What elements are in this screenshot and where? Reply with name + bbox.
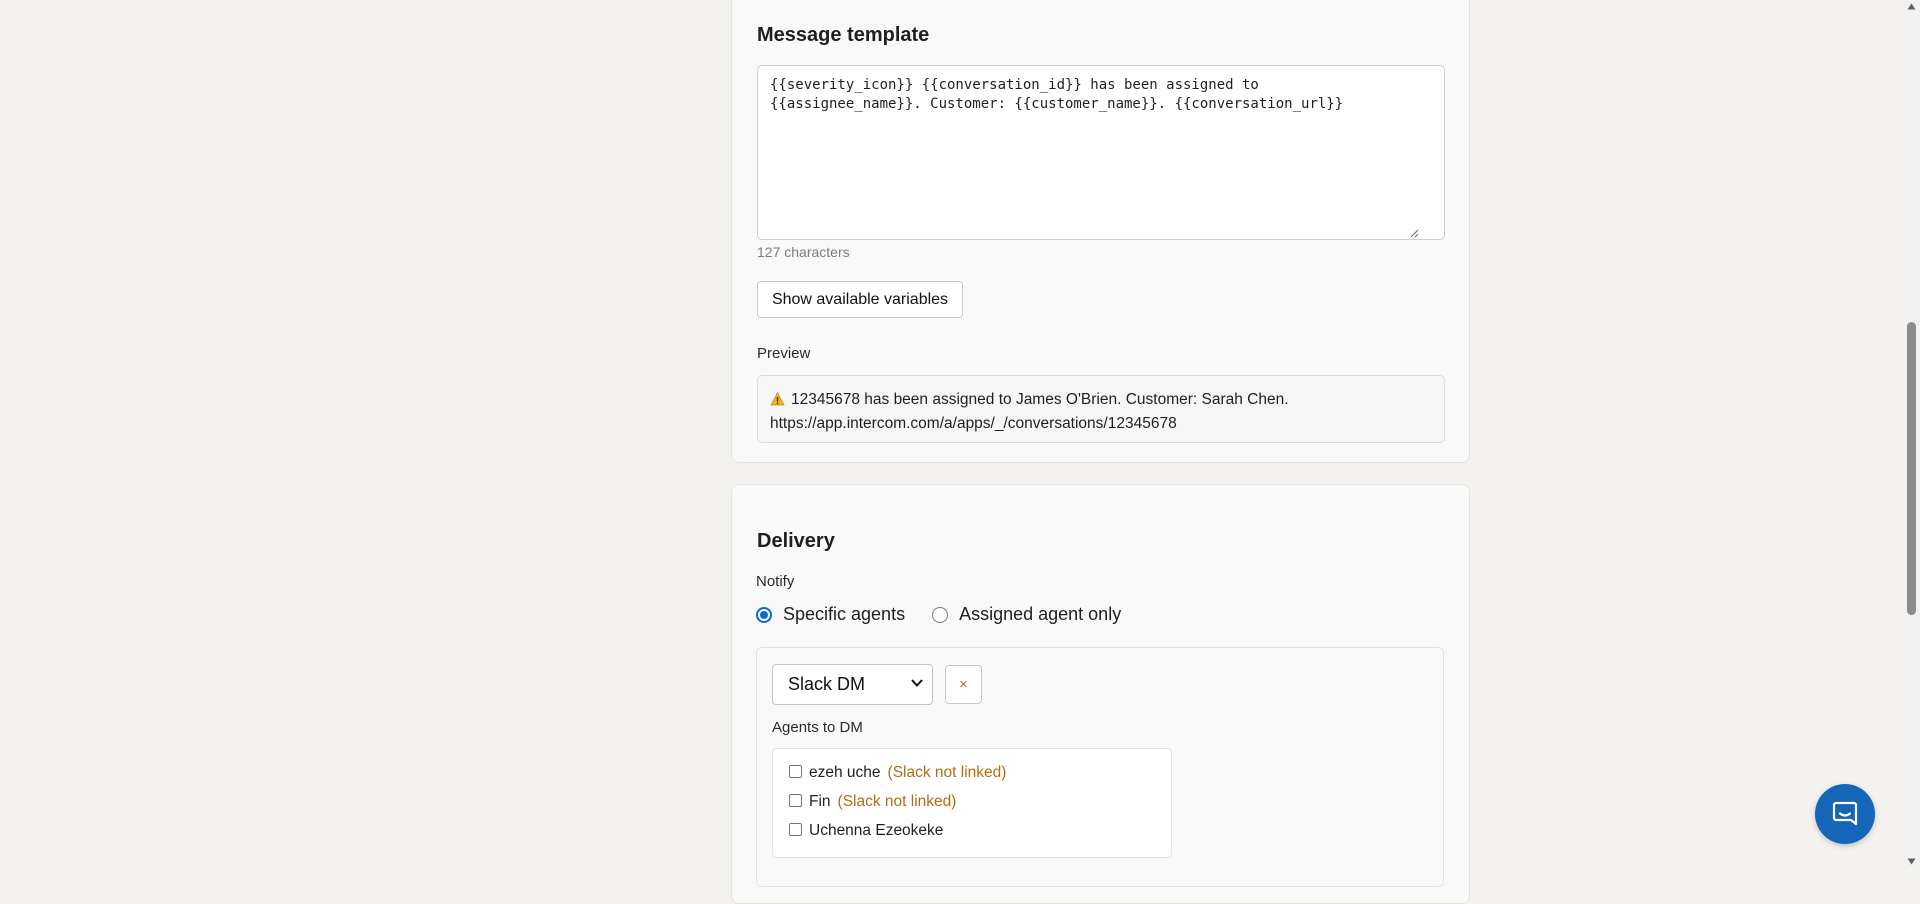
scroll-down-icon[interactable] — [1907, 857, 1916, 866]
page-scrollbar[interactable] — [1903, 0, 1920, 869]
radio-specific-agents[interactable] — [756, 606, 772, 623]
scrollbar-thumb[interactable] — [1907, 322, 1916, 615]
warning-icon — [770, 392, 785, 406]
channel-panel: Slack DM × Agents to DM ezeh uche (Slack… — [756, 647, 1444, 887]
char-count: 127 characters — [757, 244, 850, 260]
resize-grip-icon[interactable] — [1410, 229, 1419, 238]
message-template-title: Message template — [757, 24, 930, 46]
radio-assigned-agent-only[interactable] — [932, 606, 949, 623]
chat-icon — [1832, 801, 1858, 826]
radio-specific-agents-label[interactable]: Specific agents — [783, 604, 905, 625]
agent-row: Fin (Slack not linked) — [789, 793, 956, 811]
agents-list: ezeh uche (Slack not linked) Fin (Slack … — [772, 748, 1172, 858]
notify-label: Notify — [756, 573, 795, 590]
agent-row: ezeh uche (Slack not linked) — [789, 764, 1006, 782]
preview-text-1: 12345678 has been assigned to James O'Br… — [791, 391, 1289, 408]
delivery-title: Delivery — [757, 530, 835, 552]
show-variables-button[interactable]: Show available variables — [757, 281, 963, 318]
preview-label: Preview — [757, 345, 811, 362]
agents-label: Agents to DM — [772, 719, 863, 736]
preview-line-2: https://app.intercom.com/a/apps/_/conver… — [770, 415, 1177, 432]
preview-line-1: 12345678 has been assigned to James O'Br… — [770, 388, 1432, 412]
agent-note: (Slack not linked) — [837, 793, 957, 810]
preview-box: 12345678 has been assigned to James O'Br… — [757, 375, 1445, 443]
channel-select-value: Slack DM — [788, 674, 866, 694]
agent-checkbox[interactable] — [789, 764, 802, 778]
agent-checkbox[interactable] — [789, 822, 802, 836]
agent-note: (Slack not linked) — [887, 764, 1007, 781]
remove-channel-button[interactable]: × — [945, 665, 982, 704]
agent-name: Fin — [809, 793, 831, 810]
message-template-card: Message template {{severity_icon}} {{con… — [731, 0, 1470, 463]
template-textarea[interactable]: {{severity_icon}} {{conversation_id}} ha… — [757, 65, 1445, 240]
notify-options: Specific agents Assigned agent only — [756, 604, 1121, 625]
chat-launcher-button[interactable] — [1815, 784, 1875, 844]
agent-row: Uchenna Ezeokeke — [789, 822, 943, 840]
agent-checkbox[interactable] — [789, 793, 802, 807]
agent-name: Uchenna Ezeokeke — [809, 822, 944, 839]
radio-assigned-agent-only-label[interactable]: Assigned agent only — [959, 604, 1121, 625]
scroll-up-icon[interactable] — [1907, 2, 1916, 11]
channel-select[interactable]: Slack DM — [772, 664, 933, 705]
agent-name: ezeh uche — [809, 764, 881, 781]
chevron-down-icon — [911, 679, 923, 687]
